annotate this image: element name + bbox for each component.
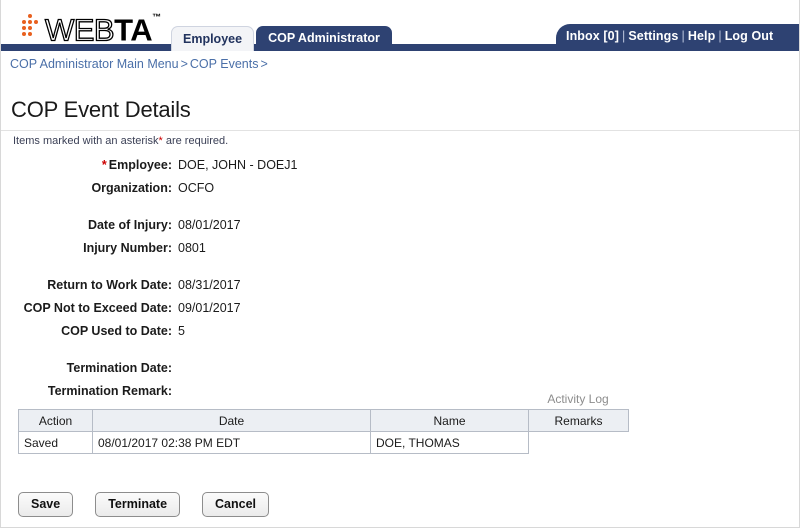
required-note-prefix: Items marked with an asterisk [13, 135, 159, 147]
field-row-cop-used-to-date: COP Used to Date: 5 [0, 324, 660, 361]
page-title: COP Event Details [11, 97, 191, 122]
field-label-employee-text: Employee: [108, 158, 172, 172]
nav-separator: | [681, 29, 685, 43]
title-divider [0, 130, 800, 131]
webta-logo: WEBTA™ [18, 9, 161, 47]
logo-text-web: WEB [44, 12, 115, 47]
cell-date: 08/01/2017 02:38 PM EDT [92, 431, 371, 454]
tab-employee-label: Employee [183, 32, 243, 46]
column-header-name: Name [370, 409, 529, 432]
breadcrumb-separator: > [180, 57, 188, 71]
header-nav-links: Inbox [0] | Settings | Help | Log Out [566, 29, 800, 43]
logo-wordmark: WEBTA™ [44, 11, 161, 47]
breadcrumb-item-cop-administrator-main-menu[interactable]: COP Administrator Main Menu [10, 57, 179, 71]
field-label-injury-number: Injury Number: [83, 241, 172, 255]
page-border-left [0, 0, 1, 528]
cell-action: Saved [18, 431, 93, 454]
nav-separator: | [621, 29, 626, 43]
nav-separator: | [718, 29, 722, 43]
table-row: Saved 08/01/2017 02:38 PM EDT DOE, THOMA… [18, 431, 629, 454]
cop-event-details-form: * Employee: DOE, JOHN - DOEJ1 Organizatio… [0, 158, 660, 407]
logo-dots-icon [18, 13, 44, 43]
field-value-employee: DOE, JOHN - DOEJ1 [178, 158, 298, 172]
activity-log-table: Action Date Name Remarks Saved 08/01/201… [18, 409, 629, 454]
field-label-cop-used-to-date: COP Used to Date: [61, 324, 172, 338]
column-header-date: Date [92, 409, 371, 432]
field-row-return-to-work-date: Return to Work Date: 08/31/2017 [0, 278, 660, 301]
cell-name: DOE, THOMAS [370, 431, 529, 454]
nav-link-settings[interactable]: Settings [628, 29, 678, 43]
cell-remarks [529, 432, 629, 454]
field-value-cop-not-to-exceed-date: 09/01/2017 [178, 301, 241, 315]
field-label-date-of-injury: Date of Injury: [87, 218, 172, 232]
terminate-button[interactable]: Terminate [95, 492, 181, 517]
field-label-organization: Organization: [91, 181, 172, 195]
logo-text-ta: TA [114, 12, 153, 47]
field-value-return-to-work-date: 08/31/2017 [178, 278, 241, 292]
required-note-suffix: are required. [162, 135, 229, 147]
field-label-employee: * Employee: [0, 158, 172, 172]
nav-link-inbox[interactable]: Inbox [0] [566, 29, 619, 43]
nav-link-log-out[interactable]: Log Out [725, 29, 774, 43]
field-label-termination-date: Termination Date: [66, 361, 172, 375]
field-row-employee: * Employee: DOE, JOHN - DOEJ1 [0, 158, 660, 181]
breadcrumb-trailing-separator: > [260, 57, 268, 71]
column-header-remarks: Remarks [528, 409, 629, 432]
save-button[interactable]: Save [18, 492, 74, 517]
field-value-date-of-injury: 08/01/2017 [178, 218, 241, 232]
tab-cop-administrator-label: COP Administrator [268, 31, 380, 45]
breadcrumb: COP Administrator Main Menu > COP Events > [10, 57, 270, 71]
app-header: WEBTA™ Employee COP Administrator Inbox … [0, 0, 800, 51]
field-value-organization: OCFO [178, 181, 215, 195]
field-row-cop-not-to-exceed-date: COP Not to Exceed Date: 09/01/2017 [0, 301, 660, 324]
field-value-cop-used-to-date: 5 [178, 324, 185, 338]
field-row-date-of-injury: Date of Injury: 08/01/2017 [0, 218, 660, 241]
required-fields-note: Items marked with an asterisk* are requi… [13, 135, 228, 147]
field-row-termination-date: Termination Date: [0, 361, 660, 384]
tab-cop-administrator[interactable]: COP Administrator [256, 26, 392, 51]
logo-trademark-symbol: ™ [152, 11, 161, 22]
table-header-row: Action Date Name Remarks [18, 409, 629, 432]
nav-link-help[interactable]: Help [688, 29, 716, 43]
cancel-button[interactable]: Cancel [202, 492, 270, 517]
column-header-action: Action [18, 409, 93, 432]
form-action-buttons: Save Terminate Cancel [18, 492, 270, 517]
required-asterisk: * [101, 158, 107, 172]
primary-tabs: Employee COP Administrator [171, 25, 392, 51]
tab-employee[interactable]: Employee [171, 26, 255, 51]
webta-page: WEBTA™ Employee COP Administrator Inbox … [0, 0, 800, 528]
field-row-organization: Organization: OCFO [0, 181, 660, 218]
activity-log-caption: Activity Log [547, 392, 609, 406]
field-label-termination-remark: Termination Remark: [47, 384, 172, 398]
breadcrumb-item-cop-events[interactable]: COP Events [190, 57, 259, 71]
field-label-return-to-work-date: Return to Work Date: [47, 278, 172, 292]
field-row-injury-number: Injury Number: 0801 [0, 241, 660, 278]
field-label-cop-not-to-exceed-date: COP Not to Exceed Date: [23, 301, 172, 315]
field-value-injury-number: 0801 [178, 241, 206, 255]
